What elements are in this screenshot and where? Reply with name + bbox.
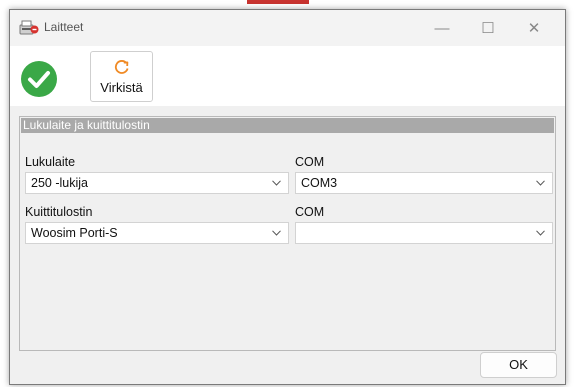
chevron-down-icon — [536, 230, 545, 236]
printer-com-select[interactable] — [295, 222, 553, 244]
reader-value: 250 -lukija — [31, 176, 88, 190]
minimize-icon: — — [434, 19, 450, 37]
printer-select[interactable]: Woosim Porti-S — [25, 222, 289, 244]
refresh-label: Virkistä — [100, 80, 143, 95]
close-button[interactable]: ✕ — [511, 10, 557, 46]
maximize-icon: ☐ — [481, 20, 495, 37]
reader-com-label: COM — [295, 155, 325, 169]
chevron-down-icon — [272, 230, 281, 236]
group-title: Lukulaite ja kuittitulostin — [21, 118, 554, 133]
refresh-icon — [114, 60, 129, 74]
printer-com-label: COM — [295, 205, 325, 219]
laitteet-dialog: Laitteet — ☐ ✕ Virkistä Lukulaite ja kui… — [9, 9, 566, 385]
device-group: Lukulaite ja kuittitulostin Lukulaite 25… — [19, 116, 556, 351]
reader-label: Lukulaite — [25, 155, 76, 169]
title-bar[interactable]: Laitteet — ☐ ✕ — [10, 10, 565, 46]
toolbar: Virkistä — [10, 46, 565, 106]
refresh-button[interactable]: Virkistä — [90, 51, 153, 102]
printer-label: Kuittitulostin — [25, 205, 93, 219]
reader-select[interactable]: 250 -lukija — [25, 172, 289, 194]
maximize-button[interactable]: ☐ — [465, 10, 511, 46]
printer-value: Woosim Porti-S — [31, 226, 118, 240]
close-icon: ✕ — [527, 20, 541, 37]
chevron-down-icon — [272, 180, 281, 186]
check-circle-icon[interactable] — [20, 60, 58, 98]
reader-com-select[interactable]: COM3 — [295, 172, 553, 194]
chevron-down-icon — [536, 180, 545, 186]
app-icon — [19, 20, 39, 35]
reader-com-value: COM3 — [301, 176, 338, 190]
window-title: Laitteet — [44, 20, 84, 34]
background-accent-bar — [247, 0, 309, 4]
ok-button[interactable]: OK — [480, 352, 557, 378]
minimize-button[interactable]: — — [419, 10, 465, 46]
